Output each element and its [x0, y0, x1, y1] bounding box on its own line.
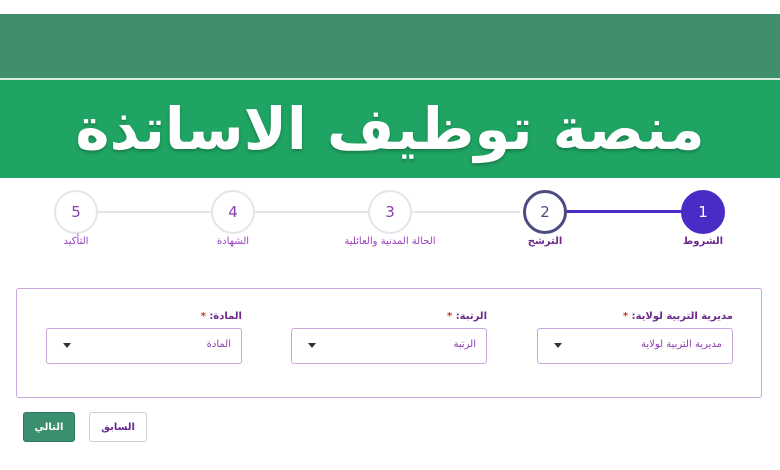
required-mark: * — [200, 311, 206, 322]
stepper-track-1-2 — [566, 210, 684, 213]
step-4[interactable]: 4 — [211, 190, 255, 234]
step-4-number: 4 — [211, 190, 255, 234]
step-5-number: 5 — [54, 190, 98, 234]
directorate-label: مديرية التربية لولاية: * — [622, 311, 733, 322]
banner: منصة توظيف الاساتذة — [0, 80, 780, 178]
step-3-number: 3 — [368, 190, 412, 234]
step-5[interactable]: 5 — [54, 190, 98, 234]
step-5-label: التأكيد — [63, 236, 89, 247]
subject-label: المادة: * — [200, 311, 242, 322]
rank-field: الرتبة: * الرتبة — [291, 311, 487, 364]
subject-field: المادة: * المادة — [46, 311, 242, 364]
required-mark: * — [446, 311, 453, 322]
rank-label: الرتبة: * — [446, 311, 487, 322]
previous-button[interactable]: السابق — [89, 412, 147, 442]
step-1-number: 1 — [681, 190, 725, 234]
top-strip — [0, 0, 780, 14]
rank-select-value: الرتبة — [453, 339, 476, 350]
form-card: مديرية التربية لولاية: * مديرية التربية … — [16, 288, 762, 398]
next-button[interactable]: التالي — [23, 412, 75, 442]
directorate-select-value: مديرية التربية لولاية — [641, 339, 722, 350]
header-band — [0, 14, 780, 78]
subject-select-value: المادة — [206, 339, 231, 350]
step-2[interactable]: 2 — [523, 190, 567, 234]
directorate-select[interactable]: مديرية التربية لولاية — [537, 328, 733, 364]
directorate-field: مديرية التربية لولاية: * مديرية التربية … — [537, 311, 733, 364]
step-3[interactable]: 3 — [368, 190, 412, 234]
caret-down-icon — [308, 343, 316, 348]
step-1[interactable]: 1 — [681, 190, 725, 234]
caret-down-icon — [63, 343, 71, 348]
required-mark: * — [622, 311, 629, 322]
stepper: 1 الشروط 2 الترشح 3 الحالة المدنية والعا… — [0, 180, 780, 260]
stepper-track-3-4 — [255, 211, 368, 213]
stepper-track-2-3 — [412, 211, 520, 213]
rank-select[interactable]: الرتبة — [291, 328, 487, 364]
subject-select[interactable]: المادة — [46, 328, 242, 364]
banner-title: منصة توظيف الاساتذة — [75, 95, 705, 163]
caret-down-icon — [554, 343, 562, 348]
step-2-number: 2 — [523, 190, 567, 234]
